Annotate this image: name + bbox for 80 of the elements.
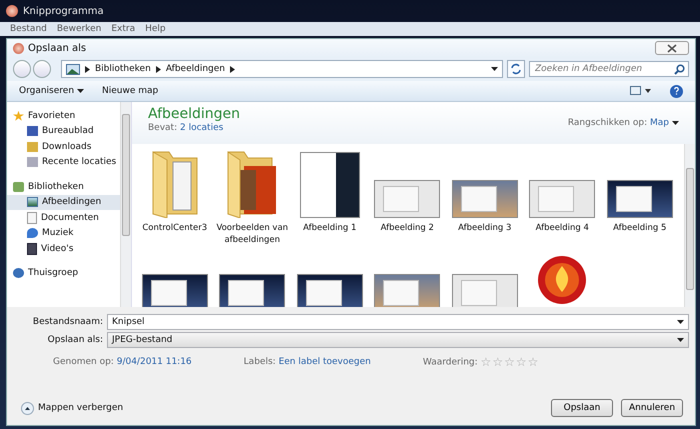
- date-taken-value[interactable]: 9/04/2011 11:16: [116, 357, 192, 367]
- file-name[interactable]: Afbeelding 4: [536, 222, 589, 234]
- library-title: Afbeeldingen: [148, 106, 240, 122]
- sidebar-item[interactable]: Recente locaties: [7, 154, 120, 170]
- pictures-icon: [27, 197, 38, 208]
- file-name[interactable]: Afbeelding 2: [380, 222, 434, 234]
- screenshot-thumbnail[interactable]: [374, 274, 440, 307]
- help-icon: [674, 87, 679, 95]
- breadcrumb[interactable]: Bibliotheken: [95, 64, 151, 74]
- file-name[interactable]: Afbeelding 1: [303, 222, 356, 234]
- new-folder-button[interactable]: Nieuwe map: [102, 86, 158, 96]
- scrollbar[interactable]: [684, 144, 695, 307]
- screenshot-thumbnail[interactable]: [606, 180, 673, 218]
- sidebar-group[interactable]: Thuisgroep: [7, 266, 120, 281]
- collapse-icon: [25, 406, 30, 410]
- screenshot-thumbnail[interactable]: [452, 274, 518, 307]
- hide-folders-button[interactable]: Mappen verbergen: [21, 402, 124, 414]
- locations-link[interactable]: 2 locaties: [180, 123, 224, 133]
- menu-item[interactable]: Bestand: [10, 24, 47, 34]
- window-title: Knipprogramma: [23, 6, 104, 16]
- caret-icon: [672, 121, 679, 125]
- search-icon: [674, 64, 685, 75]
- caret-icon: [77, 89, 84, 93]
- search-field[interactable]: Zoeken in Afbeeldingen: [529, 61, 689, 77]
- tags-label: Labels:: [244, 357, 276, 367]
- menu-item[interactable]: Help: [145, 24, 166, 34]
- file-name[interactable]: Afbeelding 5: [613, 222, 666, 234]
- sidebar-item[interactable]: Downloads: [7, 139, 120, 154]
- menu-item[interactable]: Bewerken: [56, 24, 102, 34]
- sidebar-item[interactable]: Video's: [7, 241, 120, 256]
- screenshot-thumbnail[interactable]: [300, 152, 360, 218]
- screenshot-thumbnail[interactable]: [296, 274, 363, 307]
- close-button[interactable]: [655, 41, 689, 55]
- pictures-icon: [66, 64, 80, 74]
- screenshot-thumbnail[interactable]: [142, 274, 208, 307]
- screenshot-thumbnail[interactable]: [452, 180, 518, 218]
- chevron-icon: [156, 66, 161, 72]
- address-bar[interactable]: Bibliotheken Afbeeldingen: [61, 60, 503, 78]
- menu-item[interactable]: Extra: [111, 24, 136, 34]
- sidebar-item[interactable]: Documenten: [7, 210, 120, 226]
- file-name[interactable]: ControlCenter3: [142, 222, 208, 234]
- help-button[interactable]: [670, 84, 683, 98]
- photo-folder-icon: [226, 148, 278, 218]
- add-tag-link[interactable]: Een label toevoegen: [278, 357, 371, 367]
- sidebar-group[interactable]: Favorieten: [7, 108, 120, 124]
- close-icon: [667, 44, 677, 52]
- file-name[interactable]: Afbeelding 3: [458, 222, 512, 234]
- view-options-button[interactable]: [630, 86, 652, 96]
- chevron-icon: [85, 66, 90, 72]
- file-name-field[interactable]: Knipsel: [107, 314, 689, 330]
- documents-icon: [27, 212, 37, 224]
- refresh-icon: [510, 63, 522, 75]
- breadcrumb[interactable]: Afbeeldingen: [166, 64, 225, 74]
- dropdown-icon: [491, 67, 498, 71]
- chevron-icon: [230, 66, 235, 72]
- contains-label: Bevat:: [148, 123, 178, 133]
- field-label: Opslaan als:: [46, 335, 103, 345]
- arrange-dropdown[interactable]: Map: [650, 118, 679, 128]
- file-name[interactable]: Voorbeelden van afbeeldingen: [214, 222, 291, 246]
- screenshot-thumbnail[interactable]: [529, 180, 596, 218]
- sidebar-item[interactable]: Bureaublad: [7, 124, 120, 139]
- dialog-button[interactable]: Opslaan: [551, 399, 613, 417]
- organize-menu[interactable]: Organiseren: [19, 86, 84, 96]
- dropdown-icon: [677, 338, 684, 342]
- dialog-title: Opslaan als: [28, 42, 88, 54]
- scrollbar[interactable]: [120, 102, 131, 307]
- dialog-button[interactable]: Annuleren: [621, 399, 683, 417]
- file-type-dropdown[interactable]: JPEG-bestand: [107, 332, 689, 348]
- refresh-button[interactable]: [507, 60, 525, 78]
- sidebar-group[interactable]: Bibliotheken: [7, 179, 120, 194]
- view-icon: [630, 86, 652, 96]
- screenshot-thumbnail[interactable]: [374, 180, 440, 218]
- date-taken-label: Genomen op:: [53, 357, 114, 367]
- dropdown-icon: [677, 320, 684, 324]
- rating-label: Waardering:: [422, 357, 478, 368]
- screenshot-thumbnail[interactable]: [219, 274, 286, 307]
- arrange-label: Rangschikken op:: [568, 118, 648, 128]
- sidebar-item[interactable]: Muziek: [7, 226, 120, 241]
- sidebar-item[interactable]: Afbeeldingen: [7, 194, 120, 210]
- field-label: Bestandsnaam:: [32, 317, 103, 327]
